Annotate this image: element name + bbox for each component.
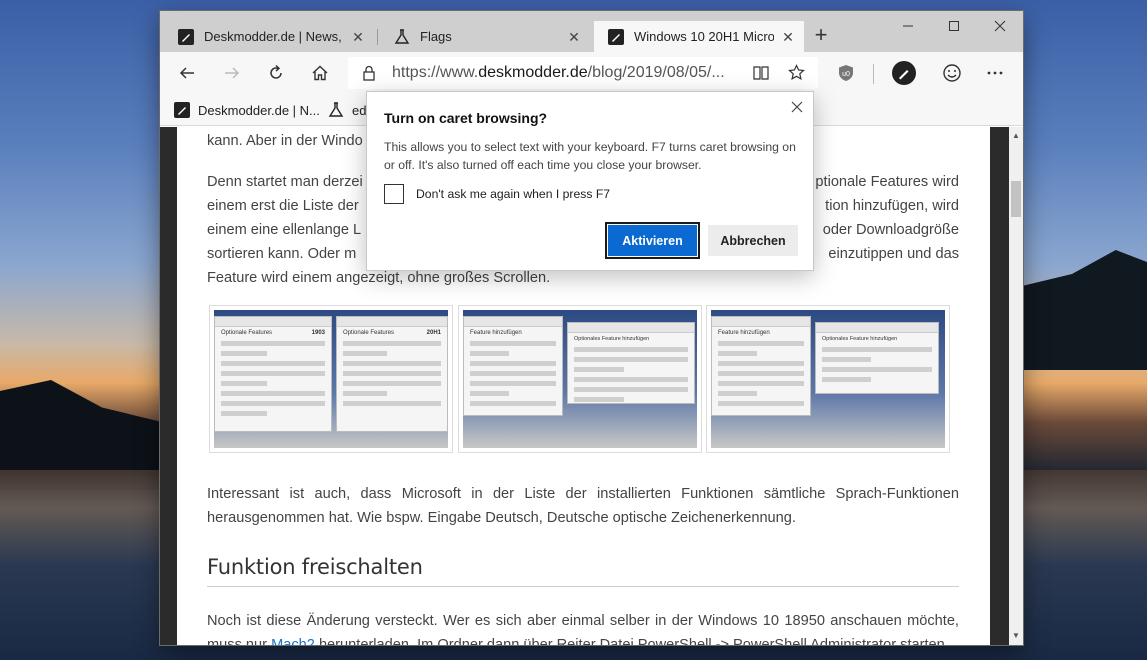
url-path: /blog/2019/08/05/... <box>587 64 725 81</box>
address-bar[interactable]: https://www.deskmodder.de/blog/2019/08/0… <box>348 57 818 89</box>
pen-nib-icon <box>892 61 916 85</box>
tab-title: Flags <box>420 29 452 44</box>
tab-title: Windows 10 20H1 Microsoft <box>634 29 774 44</box>
flask-icon <box>328 102 344 118</box>
activate-button[interactable]: Aktivieren <box>605 222 700 259</box>
more-dots-icon <box>987 71 1003 75</box>
screenshot-thumbnail-2[interactable]: Feature hinzufügen Optionales Feature hi… <box>458 305 702 453</box>
forward-button[interactable] <box>217 58 247 88</box>
refresh-button[interactable] <box>261 58 291 88</box>
minimize-button[interactable] <box>885 11 931 41</box>
line-start: einem erst die Liste der <box>207 198 359 214</box>
line-end: tion hinzufügen, wird <box>825 198 959 214</box>
pane-title: Optionales Feature hinzufügen <box>822 336 898 342</box>
favorite-star-icon[interactable] <box>788 64 805 86</box>
home-icon <box>312 65 328 81</box>
pane-title: Optionale Features 20H1 <box>343 330 441 336</box>
extension-pen-button[interactable] <box>889 58 919 88</box>
window-pane: Optionale Features 1903 <box>214 316 332 432</box>
pen-nib-icon <box>608 28 624 45</box>
window-close-button[interactable] <box>977 11 1023 41</box>
tab-separator <box>377 29 378 45</box>
dialog-body: This allows you to select text with your… <box>384 140 796 172</box>
close-icon[interactable]: ✕ <box>566 29 582 45</box>
popup-pane: Optionales Feature hinzufügen <box>567 322 695 404</box>
vertical-scrollbar[interactable]: ▲ ▼ <box>1009 127 1023 645</box>
dialog-title: Turn on caret browsing? <box>384 110 548 126</box>
line-end: ptionale Features wird <box>815 174 959 190</box>
popup-pane: Optionales Feature hinzufügen <box>815 322 939 394</box>
favorite-edge[interactable]: ed <box>328 100 366 120</box>
screenshot-image: Feature hinzufügen Optionales Feature hi… <box>463 310 697 448</box>
screenshot-thumbnail-1[interactable]: Optionale Features 1903 Optionale Featur… <box>209 305 453 453</box>
arrow-right-icon <box>225 67 240 79</box>
favorite-label: ed <box>352 102 367 118</box>
screenshot-thumbnail-3[interactable]: Feature hinzufügen Optionales Feature hi… <box>706 305 950 453</box>
window-pane: Feature hinzufügen <box>711 316 811 416</box>
new-tab-button[interactable]: + <box>810 24 832 47</box>
line-start: einem eine ellenlange L <box>207 222 362 238</box>
url-host: deskmodder.de <box>478 64 588 81</box>
scrollbar-thumb[interactable] <box>1011 181 1021 217</box>
pen-nib-icon <box>174 102 190 118</box>
line-end: oder Downloadgröße <box>822 222 959 238</box>
close-icon <box>994 20 1006 32</box>
minimize-icon <box>903 25 913 27</box>
tab-title: Deskmodder.de | News, Tipps <box>204 29 344 44</box>
svg-text:u0: u0 <box>842 71 850 78</box>
line-start: sortieren kann. Oder m <box>207 246 357 262</box>
mach2-link[interactable]: Mach2 <box>271 637 315 645</box>
paragraph-text: herunterladen. Im Ordner dann über Reite… <box>314 637 945 645</box>
flask-icon <box>394 28 410 45</box>
settings-menu-button[interactable] <box>980 58 1010 88</box>
close-icon[interactable]: ✕ <box>350 29 366 45</box>
shield-icon: u0 <box>839 65 853 81</box>
refresh-icon <box>270 64 282 79</box>
home-button[interactable] <box>305 58 335 88</box>
pen-nib-icon <box>178 28 194 45</box>
back-button[interactable] <box>172 58 202 88</box>
tab-windows-10-20h1[interactable]: Windows 10 20H1 Microsoft ✕ <box>594 21 804 52</box>
close-icon <box>791 101 803 113</box>
article-paragraph-3: Noch ist diese Änderung versteckt. Wer e… <box>207 609 959 645</box>
favorite-deskmodder[interactable]: Deskmodder.de | N... <box>174 100 320 120</box>
feedback-button[interactable] <box>937 58 967 88</box>
pane-title: Feature hinzufügen <box>718 330 770 336</box>
dont-ask-again-checkbox[interactable] <box>384 184 404 204</box>
tab-flags[interactable]: Flags ✕ <box>380 21 590 52</box>
toolbar-separator <box>873 64 874 84</box>
pane-title: Optionale Features 1903 <box>221 330 325 336</box>
dont-ask-again-label[interactable]: Don't ask me again when I press F7 <box>416 187 610 201</box>
scroll-up-icon[interactable]: ▲ <box>1009 129 1023 143</box>
favorite-label: Deskmodder.de | N... <box>198 102 320 118</box>
reading-view-icon[interactable] <box>753 65 769 86</box>
arrow-left-icon <box>179 67 194 79</box>
window-pane: Optionale Features 20H1 <box>336 316 448 432</box>
window-pane: Feature hinzufügen <box>463 316 563 416</box>
extension-ublock-button[interactable]: u0 <box>831 58 861 88</box>
line-start: Denn startet man derzei <box>207 174 363 190</box>
tab-deskmodder[interactable]: Deskmodder.de | News, Tipps ✕ <box>164 21 374 52</box>
dialog-close-button[interactable] <box>791 100 807 116</box>
close-icon[interactable]: ✕ <box>780 29 796 45</box>
pane-title: Feature hinzufügen <box>470 330 522 336</box>
cancel-button[interactable]: Abbrechen <box>708 225 798 256</box>
lock-icon <box>362 65 376 86</box>
tab-strip: Deskmodder.de | News, Tipps ✕ Flags ✕ Wi… <box>160 11 1023 52</box>
article-paragraph-2: Interessant ist auch, dass Microsoft in … <box>207 486 959 526</box>
pane-title: Optionales Feature hinzufügen <box>574 336 650 342</box>
section-heading: Funktion freischalten <box>207 555 959 587</box>
line-start: Feature wird einem angezeigt, ohne große… <box>207 270 551 286</box>
scroll-down-icon[interactable]: ▼ <box>1009 629 1023 643</box>
url-prefix: https://www. <box>392 64 479 81</box>
screenshot-image: Feature hinzufügen Optionales Feature hi… <box>711 310 945 448</box>
caret-browsing-dialog: Turn on caret browsing? This allows you … <box>366 91 814 271</box>
url-text: https://www.deskmodder.de/blog/2019/08/0… <box>392 64 742 82</box>
maximize-button[interactable] <box>931 11 977 41</box>
smiley-icon <box>943 64 961 82</box>
maximize-icon <box>949 21 959 31</box>
navigation-toolbar: https://www.deskmodder.de/blog/2019/08/0… <box>160 52 1023 94</box>
line-end: einzutippen und das <box>828 246 959 262</box>
screenshot-image: Optionale Features 1903 Optionale Featur… <box>214 310 448 448</box>
